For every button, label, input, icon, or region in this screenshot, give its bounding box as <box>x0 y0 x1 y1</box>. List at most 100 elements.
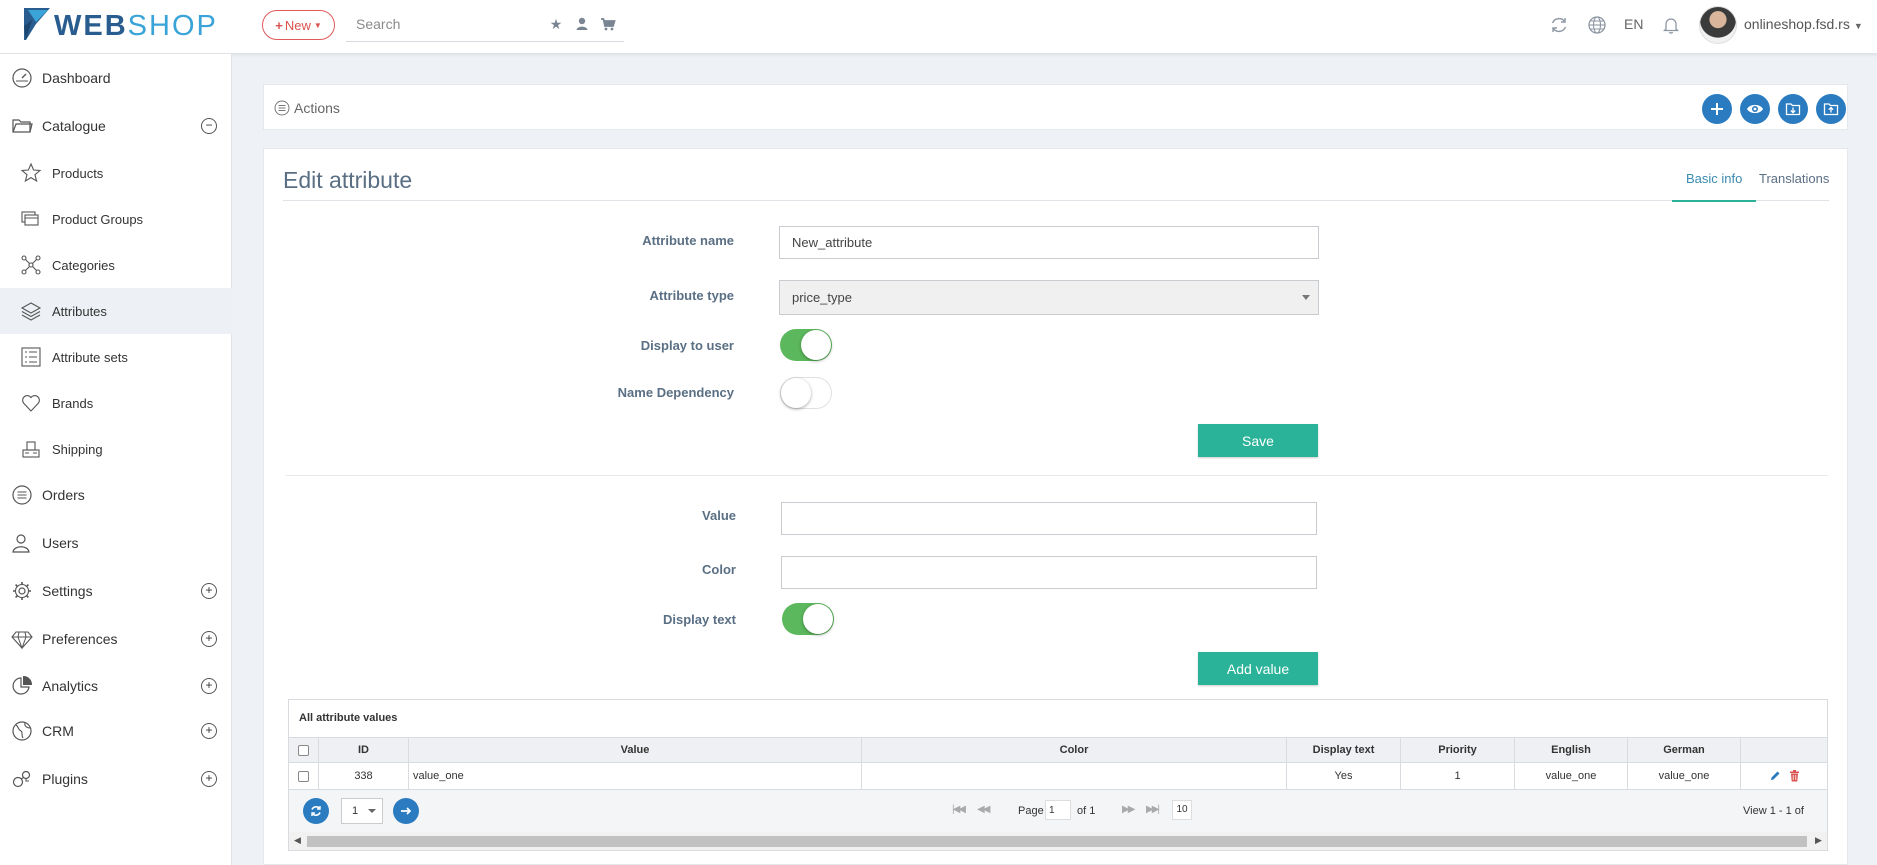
sidebar-item-orders[interactable]: Orders <box>0 472 232 518</box>
column-header-english[interactable]: English <box>1515 738 1628 762</box>
expand-icon[interactable]: + <box>201 723 217 739</box>
export-button[interactable] <box>1816 94 1846 124</box>
attribute-name-label: Attribute name <box>642 233 734 248</box>
first-page-icon[interactable]: |◀◀ <box>952 804 966 815</box>
color-label: Color <box>702 562 736 577</box>
expand-icon[interactable]: + <box>201 771 217 787</box>
scroll-thumb[interactable] <box>307 836 1807 847</box>
user-icon[interactable] <box>574 16 590 32</box>
folder-import-icon <box>1785 103 1801 116</box>
import-button[interactable] <box>1778 94 1808 124</box>
search-input[interactable] <box>356 16 536 32</box>
column-header-color[interactable]: Color <box>862 738 1287 762</box>
scroll-left-icon[interactable]: ◀ <box>294 835 301 846</box>
bell-icon[interactable] <box>1660 14 1682 36</box>
webshop-logo[interactable]: WEBSHOP <box>22 6 218 46</box>
globe-icon[interactable] <box>1586 14 1608 36</box>
cell-color <box>862 763 1287 789</box>
orders-icon <box>12 485 32 505</box>
name-dependency-toggle[interactable] <box>780 377 832 409</box>
next-page-icon[interactable]: ▶▶ <box>1122 804 1135 815</box>
page-number-input[interactable] <box>1045 800 1071 820</box>
avatar[interactable] <box>1699 6 1737 44</box>
go-button[interactable] <box>393 798 419 824</box>
add-value-button[interactable]: Add value <box>1198 652 1318 685</box>
refresh-icon[interactable] <box>1548 14 1570 36</box>
sidebar: Dashboard Catalogue − Products Product G… <box>0 54 232 865</box>
attribute-type-select[interactable]: price_type <box>779 280 1319 315</box>
column-header-display-text[interactable]: Display text <box>1287 738 1401 762</box>
view-count-label: View 1 - 1 of <box>1743 805 1804 817</box>
rows-per-page-select[interactable]: 10 <box>1172 800 1192 820</box>
star-icon[interactable]: ★ <box>548 16 564 32</box>
sidebar-item-crm[interactable]: CRM + <box>0 708 232 754</box>
sidebar-item-label: Categories <box>52 257 115 273</box>
column-header-id[interactable]: ID <box>319 738 409 762</box>
sidebar-item-categories[interactable]: Categories <box>0 242 232 288</box>
sidebar-item-dashboard[interactable]: Dashboard <box>0 55 232 101</box>
page-size-select[interactable]: 1 <box>341 798 383 824</box>
column-header-value[interactable]: Value <box>409 738 862 762</box>
sidebar-item-catalogue[interactable]: Catalogue − <box>0 103 232 149</box>
cart-icon[interactable] <box>600 16 616 32</box>
row-checkbox[interactable] <box>298 770 309 782</box>
preview-button[interactable] <box>1740 94 1770 124</box>
row-select-cell <box>289 763 319 789</box>
select-all-checkbox[interactable] <box>298 744 309 756</box>
sidebar-item-settings[interactable]: Settings + <box>0 568 232 614</box>
save-button[interactable]: Save <box>1198 424 1318 457</box>
expand-icon[interactable]: + <box>201 631 217 647</box>
edit-pencil-icon[interactable] <box>1769 770 1781 782</box>
sidebar-item-product-groups[interactable]: Product Groups <box>0 196 232 242</box>
prev-page-icon[interactable]: ◀◀ <box>977 804 990 815</box>
chevron-down-icon <box>1302 295 1310 300</box>
column-header-german[interactable]: German <box>1628 738 1741 762</box>
attribute-name-input[interactable] <box>779 226 1319 259</box>
last-page-icon[interactable]: ▶▶| <box>1146 804 1160 815</box>
logo-shop-text: SHOP <box>127 9 218 42</box>
shipping-icon <box>22 441 40 458</box>
sidebar-item-attributes[interactable]: Attributes <box>0 288 232 334</box>
sidebar-item-plugins[interactable]: Plugins + <box>0 756 232 802</box>
page-title: Edit attribute <box>283 167 413 193</box>
title-divider <box>283 200 1829 201</box>
column-header-priority[interactable]: Priority <box>1401 738 1515 762</box>
sidebar-item-attribute-sets[interactable]: Attribute sets <box>0 334 232 380</box>
sidebar-item-analytics[interactable]: Analytics + <box>0 663 232 709</box>
tab-basic-info[interactable]: Basic info <box>1672 171 1757 202</box>
color-input[interactable] <box>781 556 1317 589</box>
sidebar-item-label: Orders <box>42 487 85 503</box>
menu-icon <box>274 100 290 116</box>
horizontal-scrollbar[interactable]: ◀ ▶ <box>289 832 1827 850</box>
toggle-knob <box>781 378 811 408</box>
sidebar-item-products[interactable]: Products <box>0 150 232 196</box>
display-text-toggle[interactable] <box>782 603 834 635</box>
value-input[interactable] <box>781 502 1317 535</box>
sidebar-item-preferences[interactable]: Preferences + <box>0 616 232 662</box>
actions-menu[interactable]: Actions <box>274 100 340 116</box>
gear-icon <box>13 582 31 600</box>
sidebar-item-label: Preferences <box>42 631 118 647</box>
account-menu[interactable]: onlineshop.fsd.rs ▼ <box>1744 16 1863 32</box>
sidebar-item-label: Brands <box>52 395 94 411</box>
add-button[interactable] <box>1702 94 1732 124</box>
reload-button[interactable] <box>303 798 329 824</box>
sidebar-item-users[interactable]: Users <box>0 520 232 566</box>
collapse-icon[interactable]: − <box>201 118 217 134</box>
tab-translations[interactable]: Translations <box>1759 171 1829 200</box>
display-to-user-toggle[interactable] <box>780 329 832 361</box>
language-selector[interactable]: EN <box>1624 16 1643 32</box>
sidebar-item-label: Catalogue <box>42 118 106 134</box>
actions-bar: Actions <box>263 84 1848 130</box>
star-icon <box>20 162 42 183</box>
sidebar-item-label: Settings <box>42 583 93 599</box>
scroll-right-icon[interactable]: ▶ <box>1815 835 1822 846</box>
edit-attribute-panel: Edit attribute Basic info Translations A… <box>263 148 1848 865</box>
table-row[interactable]: 338 value_one Yes 1 value_one value_one <box>289 763 1827 790</box>
expand-icon[interactable]: + <box>201 583 217 599</box>
sidebar-item-shipping[interactable]: Shipping <box>0 426 232 472</box>
expand-icon[interactable]: + <box>201 678 217 694</box>
delete-trash-icon[interactable] <box>1789 770 1800 782</box>
sidebar-item-brands[interactable]: Brands <box>0 380 232 426</box>
new-button[interactable]: + New ▼ <box>262 10 335 40</box>
